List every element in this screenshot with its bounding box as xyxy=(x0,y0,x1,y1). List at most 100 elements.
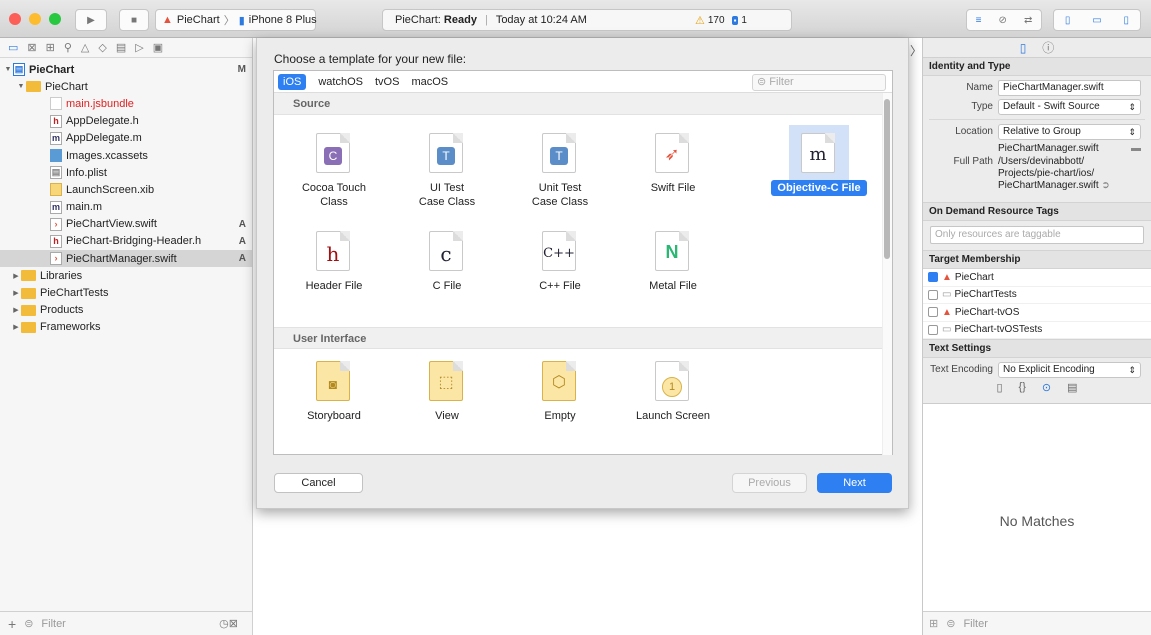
template-metal-file[interactable]: N Metal File xyxy=(621,223,725,319)
objc-file-icon: m xyxy=(50,200,62,214)
template-view[interactable]: ⬚ View xyxy=(395,353,499,449)
quick-help-icon[interactable]: ⓘ xyxy=(1042,39,1054,56)
ondemand-section-title: On Demand Resource Tags xyxy=(923,202,1151,221)
reveal-arrow-icon[interactable]: ➲ xyxy=(1101,180,1109,191)
grid-view-icon[interactable]: ⊞ xyxy=(929,617,938,630)
file-row[interactable]: ▤ Info.plist xyxy=(0,164,252,181)
file-row[interactable]: main.jsbundle xyxy=(0,95,252,112)
symbol-icon[interactable]: ⊞ xyxy=(46,41,55,54)
target-row[interactable]: ▲ PieChart xyxy=(923,269,1151,287)
checkbox[interactable] xyxy=(928,307,938,318)
resource-tags-field[interactable]: Only resources are taggable xyxy=(930,226,1144,244)
file-row-selected[interactable]: › PieChartManager.swift A xyxy=(0,250,252,268)
file-row[interactable]: h PieChart-Bridging-Header.h A xyxy=(0,233,252,250)
file-inspector-icon[interactable]: ▯ xyxy=(1020,41,1027,55)
target-row[interactable]: ▭ PieChart-tvOSTests xyxy=(923,321,1151,339)
target-row[interactable]: ▲ PieChart-tvOS xyxy=(923,304,1151,322)
template-c-file[interactable]: c C File xyxy=(395,223,499,319)
folder-row[interactable]: ▶ Products xyxy=(0,302,252,319)
tab-watchos[interactable]: watchOS xyxy=(318,76,363,88)
target-section-title: Target Membership xyxy=(923,250,1151,269)
disclosure-down-icon[interactable]: ▼ xyxy=(3,66,13,73)
group-row[interactable]: ▼ PieChart xyxy=(0,78,252,95)
scheme-selector[interactable]: ▲ PieChart 〉 ▮ iPhone 8 Plus xyxy=(155,9,317,31)
file-template-icon[interactable]: ▯ xyxy=(996,381,1002,394)
type-popup[interactable]: Default - Swift Source xyxy=(998,98,1141,115)
checkbox[interactable] xyxy=(928,289,938,300)
template-storyboard[interactable]: ◙ Storyboard xyxy=(282,353,386,449)
library-tabs: ▯ {} ⊙ ▤ xyxy=(923,381,1151,394)
editor-mode-segment[interactable]: ≡ ⊘ ⇄ xyxy=(966,9,1042,31)
disclosure-right-icon[interactable]: ▶ xyxy=(11,289,21,297)
template-cpp-file[interactable]: C++ C++ File xyxy=(508,223,612,319)
template-empty[interactable]: ⬡ Empty xyxy=(508,353,612,449)
navigator-filter-input[interactable]: Filter xyxy=(41,618,65,630)
folder-icon[interactable]: ▬ xyxy=(1131,143,1141,154)
template-scrollbar-thumb[interactable] xyxy=(884,99,890,259)
template-cocoa-touch-class[interactable]: C Cocoa Touch Class xyxy=(282,125,386,221)
folder-row[interactable]: ▶ Frameworks xyxy=(0,319,252,336)
inspector-toggle-icon: ▯ xyxy=(1123,14,1130,26)
file-row[interactable]: m main.m xyxy=(0,199,252,216)
next-button[interactable]: Next xyxy=(817,473,892,493)
minimize-window-button[interactable] xyxy=(29,13,41,25)
folder-row[interactable]: ▶ PieChartTests xyxy=(0,284,252,301)
stop-button[interactable]: ■ xyxy=(119,9,149,31)
panel-toggle-segment[interactable]: ▯ ▭ ▯ xyxy=(1053,9,1141,31)
disclosure-right-icon[interactable]: ▶ xyxy=(11,323,21,331)
warning-count[interactable]: ⚠ 170 ▪ 1 xyxy=(695,14,747,27)
test-class-icon: T xyxy=(429,133,463,173)
xib-file-icon xyxy=(50,183,62,197)
encoding-popup[interactable]: No Explicit Encoding xyxy=(998,361,1141,378)
checkbox[interactable] xyxy=(928,324,938,335)
code-snippet-icon[interactable]: {} xyxy=(1019,381,1026,394)
checkbox-checked[interactable] xyxy=(928,272,938,283)
source-template-grid: C Cocoa Touch Class T UI Test Case Class T… xyxy=(274,115,892,327)
cancel-button[interactable]: Cancel xyxy=(274,473,363,493)
media-library-icon[interactable]: ▤ xyxy=(1067,381,1077,394)
template-objective-c-file[interactable]: Objective-C File xyxy=(767,125,871,221)
template-ui-test-case-class[interactable]: T UI Test Case Class xyxy=(395,125,499,221)
file-row[interactable]: LaunchScreen.xib xyxy=(0,181,252,198)
objc-file-icon: m xyxy=(50,131,62,145)
test-icon[interactable]: ◇ xyxy=(98,41,106,54)
name-field[interactable]: PieChartManager.swift xyxy=(998,79,1141,96)
full-path-line: PieChartManager.swift xyxy=(998,180,1099,191)
disclosure-down-icon[interactable]: ▼ xyxy=(16,83,26,90)
app-icon: ▲ xyxy=(942,271,952,283)
add-icon[interactable]: + xyxy=(8,616,16,632)
recent-files-icon[interactable]: ◷⊠ xyxy=(219,617,238,630)
template-header-file[interactable]: h Header File xyxy=(282,223,386,319)
folder-icon[interactable]: ▭ xyxy=(8,41,18,54)
tab-ios[interactable]: iOS xyxy=(278,73,307,90)
file-row[interactable]: h AppDelegate.h xyxy=(0,113,252,130)
file-row[interactable]: Images.xcassets xyxy=(0,147,252,164)
template-label: UI Test xyxy=(429,182,465,194)
close-window-button[interactable] xyxy=(9,13,21,25)
search-icon[interactable]: ⚲ xyxy=(64,41,72,54)
target-row[interactable]: ▭ PieChartTests xyxy=(923,286,1151,304)
source-control-icon[interactable]: ⊠ xyxy=(27,41,36,54)
debug-icon[interactable]: ▤ xyxy=(116,41,126,54)
object-library-icon[interactable]: ⊙ xyxy=(1042,381,1051,394)
file-row[interactable]: › PieChartView.swift A xyxy=(0,216,252,233)
location-popup[interactable]: Relative to Group xyxy=(998,123,1141,140)
disclosure-right-icon[interactable]: ▶ xyxy=(11,272,21,280)
zoom-window-button[interactable] xyxy=(49,13,61,25)
template-launch-screen[interactable]: 1 Launch Screen xyxy=(621,353,725,449)
library-filter-input[interactable]: Filter xyxy=(963,618,987,630)
previous-button[interactable]: Previous xyxy=(732,473,807,493)
template-swift-file[interactable]: ➶ Swift File xyxy=(621,125,725,221)
issue-warning-icon[interactable]: △ xyxy=(81,41,89,54)
disclosure-right-icon[interactable]: ▶ xyxy=(11,306,21,314)
breakpoint-icon[interactable]: ▷ xyxy=(135,41,143,54)
folder-row[interactable]: ▶ Libraries xyxy=(0,267,252,284)
file-row[interactable]: m AppDelegate.m xyxy=(0,130,252,147)
template-unit-test-case-class[interactable]: T Unit Test Case Class xyxy=(508,125,612,221)
project-row[interactable]: ▼ ▤ PieChart M xyxy=(0,61,252,78)
tab-macos[interactable]: macOS xyxy=(411,76,448,88)
template-filter-input[interactable]: ⊜ Filter xyxy=(752,74,886,91)
run-button[interactable]: ▶ xyxy=(75,9,107,31)
tab-tvos[interactable]: tvOS xyxy=(375,76,399,88)
report-icon[interactable]: ▣ xyxy=(153,41,163,54)
